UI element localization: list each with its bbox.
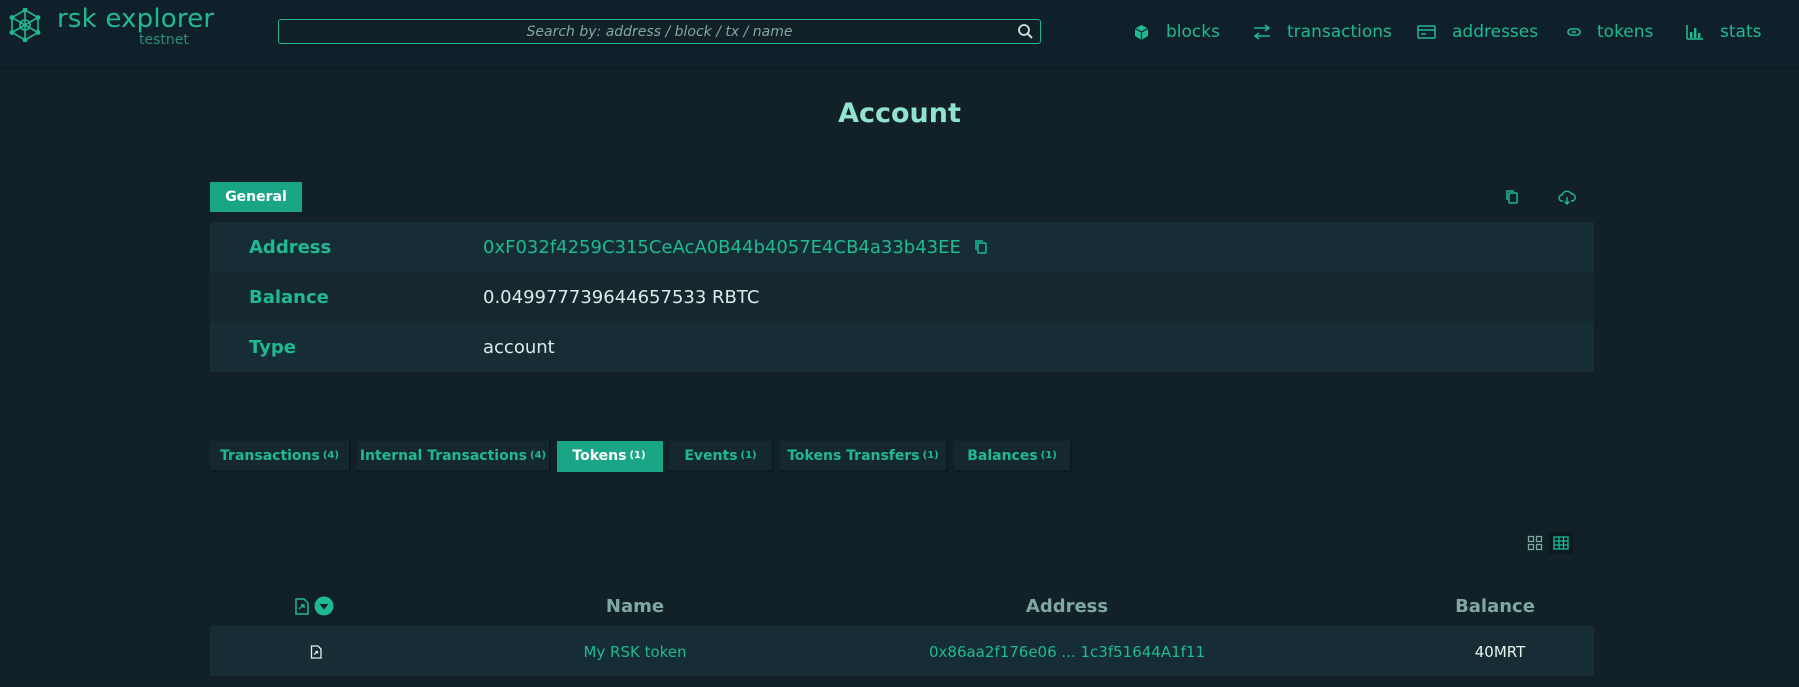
header-address: Address <box>1025 595 1109 617</box>
tab-general[interactable]: General <box>210 182 302 212</box>
tab-internal-transactions-count: (4) <box>530 450 547 461</box>
nav-tokens-label: tokens <box>1597 22 1654 42</box>
tab-balances-count: (1) <box>1040 450 1057 461</box>
tab-internal-transactions[interactable]: Internal Transactions (4) <box>357 441 551 472</box>
bar-chart-icon <box>1686 25 1703 40</box>
header-icons <box>290 588 338 624</box>
arrows-exchange-icon <box>1253 24 1271 40</box>
address-value[interactable]: 0xF032f4259C315CeAcA0B44b4057E4CB4a33b43… <box>483 237 961 258</box>
logo-title: rsk explorer <box>57 4 215 34</box>
detail-row-type: Type account <box>210 322 1594 372</box>
tab-tokens-transfers-label: Tokens Transfers <box>787 447 920 464</box>
grid-view-icon <box>1527 535 1543 551</box>
copy-address-icon[interactable] <box>973 239 989 255</box>
tab-balances[interactable]: Balances (1) <box>954 441 1072 472</box>
nav-stats[interactable]: stats <box>1686 20 1761 44</box>
nav-transactions-label: transactions <box>1287 22 1392 42</box>
tokens-table-header: Name Address Balance <box>210 588 1594 624</box>
nav-stats-label: stats <box>1720 22 1762 42</box>
account-details: Address 0xF032f4259C315CeAcA0B44b4057E4C… <box>210 222 1594 372</box>
search-box <box>278 19 1041 44</box>
balance-label: Balance <box>249 286 329 308</box>
tab-tokens-transfers-count: (1) <box>922 450 939 461</box>
cloud-download-icon[interactable] <box>1558 188 1576 206</box>
search-input[interactable] <box>279 20 1040 43</box>
cube-icon <box>1134 24 1149 40</box>
tab-transactions-label: Transactions <box>220 447 320 464</box>
header-name: Name <box>605 595 665 617</box>
tab-transactions-count: (4) <box>322 450 339 461</box>
address-label: Address <box>249 236 332 258</box>
sort-dropdown-icon[interactable] <box>314 596 334 616</box>
logo-network: testnet <box>139 32 189 48</box>
search-icon[interactable] <box>1017 23 1034 40</box>
balance-value: 0.049977739644657533 RBTC <box>483 286 760 308</box>
token-name[interactable]: My RSK token <box>515 626 755 677</box>
type-label: Type <box>249 336 296 358</box>
grid-view-button[interactable] <box>1523 532 1547 554</box>
token-link-icon[interactable] <box>310 644 322 659</box>
row-token-cell <box>296 626 336 677</box>
tab-transactions[interactable]: Transactions (4) <box>210 441 351 472</box>
table-row: My RSK token 0x86aa2f176e06 ... 1c3f5164… <box>210 625 1594 676</box>
detail-row-balance: Balance 0.049977739644657533 RBTC <box>210 272 1594 322</box>
nav-blocks[interactable]: blocks <box>1133 20 1220 44</box>
tab-internal-transactions-label: Internal Transactions <box>359 447 528 464</box>
address-value-wrap: 0xF032f4259C315CeAcA0B44b4057E4CB4a33b43… <box>483 237 989 258</box>
nav-blocks-label: blocks <box>1166 22 1220 42</box>
tab-tokens[interactable]: Tokens (1) <box>557 441 663 472</box>
tab-events-count: (1) <box>740 450 757 461</box>
copy-icon[interactable] <box>1503 188 1521 206</box>
detail-row-address: Address 0xF032f4259C315CeAcA0B44b4057E4C… <box>210 222 1594 272</box>
tab-tokens-label: Tokens <box>572 447 627 464</box>
tab-tokens-count: (1) <box>629 450 646 461</box>
tab-tokens-transfers[interactable]: Tokens Transfers (1) <box>780 441 948 472</box>
rsk-network-logo-icon <box>9 8 41 42</box>
table-view-button[interactable] <box>1549 532 1573 554</box>
nav-tokens[interactable]: tokens <box>1567 20 1653 44</box>
nav-addresses[interactable]: addresses <box>1417 20 1538 44</box>
tab-events-label: Events <box>684 447 738 464</box>
token-icon <box>1567 28 1581 36</box>
token-link-icon[interactable] <box>294 597 310 615</box>
token-address[interactable]: 0x86aa2f176e06 ... 1c3f51644A1f11 <box>857 626 1277 677</box>
table-view-icon <box>1553 536 1569 550</box>
tab-events[interactable]: Events (1) <box>669 441 774 472</box>
type-value: account <box>483 336 555 358</box>
nav-addresses-label: addresses <box>1452 22 1539 42</box>
token-balance: 40MRT <box>1474 642 1526 661</box>
page-title: Account <box>838 98 961 129</box>
wallet-icon <box>1417 25 1436 39</box>
nav-transactions[interactable]: transactions <box>1253 20 1392 44</box>
header-balance: Balance <box>1455 595 1535 617</box>
tab-balances-label: Balances <box>967 447 1038 464</box>
top-bar: rsk explorer testnet blocks transactions… <box>0 0 1799 68</box>
